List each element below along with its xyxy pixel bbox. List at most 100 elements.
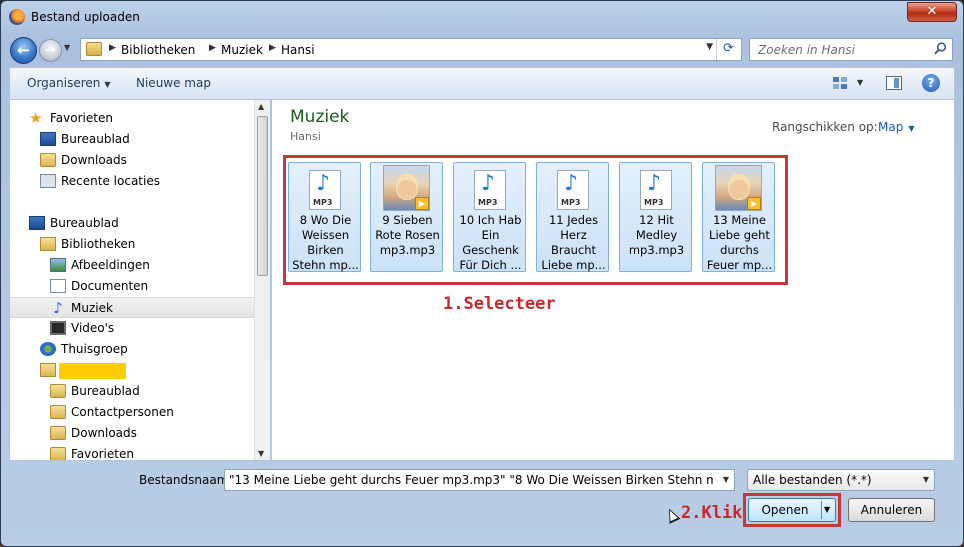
music-note-icon: ♪ bbox=[53, 299, 63, 317]
nav-item-videos[interactable]: Video's bbox=[10, 318, 254, 339]
breadcrumb-bibliotheken[interactable]: Bibliotheken bbox=[121, 43, 195, 57]
nav-item-desktop[interactable]: Bureaublad bbox=[10, 213, 254, 234]
file-name: 9 Sieben Rote Rosen mp3.mp3 bbox=[373, 213, 442, 258]
nav-item-label: Downloads bbox=[61, 153, 127, 167]
breadcrumb-separator-icon[interactable]: ▶ bbox=[269, 43, 276, 53]
select-annotation-text: 1.Selecteer bbox=[443, 294, 556, 314]
downloads-folder-icon bbox=[40, 153, 56, 167]
nav-item-user-favorites[interactable]: Favorieten bbox=[10, 444, 254, 460]
filename-label: Bestandsnaam: bbox=[139, 473, 233, 487]
nav-item-music[interactable]: ♪ Muziek bbox=[10, 297, 254, 318]
organize-button[interactable]: Organiseren ▼ bbox=[27, 76, 111, 90]
address-dropdown-icon[interactable]: ▼ bbox=[706, 42, 713, 52]
file-name-line: 8 Wo Die bbox=[299, 213, 352, 227]
arrange-by-dropdown[interactable]: Map ▼ bbox=[878, 120, 914, 134]
scroll-thumb[interactable] bbox=[257, 116, 268, 276]
nav-item-user-folder[interactable] bbox=[10, 360, 254, 381]
file-name: 12 Hit Medley mp3.mp3 bbox=[622, 213, 691, 258]
chevron-down-icon: ▼ bbox=[104, 80, 111, 89]
file-item[interactable]: ♪ MP3 10 Ich Hab Ein Geschenk Für Dich ..… bbox=[453, 162, 526, 272]
open-button[interactable]: Openen ▼ bbox=[748, 498, 836, 522]
search-input[interactable] bbox=[750, 39, 930, 60]
address-bar[interactable]: ▶ Bibliotheken ▶ Muziek ▶ Hansi ▼ ⟳ bbox=[80, 38, 742, 61]
album-art-icon: ▶ bbox=[715, 165, 762, 211]
play-icon: ▶ bbox=[415, 197, 429, 210]
file-name-line: mp3.mp3 bbox=[628, 243, 685, 257]
folder-icon bbox=[50, 384, 66, 398]
nav-item-pictures[interactable]: Afbeeldingen bbox=[10, 255, 254, 276]
nav-item-recent-locations[interactable]: Recente locaties bbox=[10, 171, 254, 192]
close-button[interactable]: ✕ bbox=[907, 2, 957, 22]
breadcrumb-separator-icon[interactable]: ▶ bbox=[109, 43, 116, 53]
desktop-icon bbox=[40, 132, 56, 146]
nav-scrollbar[interactable]: ▲ ▼ bbox=[254, 100, 270, 460]
nav-item-contacts[interactable]: Contactpersonen bbox=[10, 402, 254, 423]
library-subtitle: Hansi bbox=[290, 130, 321, 143]
search-icon[interactable] bbox=[934, 42, 947, 55]
nav-item-documents[interactable]: Documenten bbox=[10, 276, 254, 297]
nav-item-favorites[interactable]: ★ Favorieten bbox=[10, 108, 254, 129]
file-name-line: Medley bbox=[635, 228, 678, 242]
nav-item-label: Downloads bbox=[71, 426, 137, 440]
file-name-line: Liebe mp... bbox=[541, 258, 606, 272]
file-name-line: Ein bbox=[481, 228, 500, 242]
title-bar: Bestand uploaden ✕ bbox=[1, 1, 963, 35]
help-icon[interactable]: ? bbox=[922, 74, 940, 92]
filename-dropdown-icon[interactable]: ▼ bbox=[723, 475, 729, 484]
scroll-down-icon[interactable]: ▼ bbox=[258, 449, 264, 458]
breadcrumb-separator-icon[interactable]: ▶ bbox=[209, 43, 216, 53]
file-name-line: Geschenk bbox=[462, 243, 519, 257]
nav-item-user-downloads[interactable]: Downloads bbox=[10, 423, 254, 444]
file-name-line: durchs bbox=[720, 243, 759, 257]
nav-item-label: Recente locaties bbox=[61, 174, 160, 188]
nav-item-fav-downloads[interactable]: Downloads bbox=[10, 150, 254, 171]
view-options-chevron-icon[interactable]: ▼ bbox=[857, 78, 863, 87]
file-name-line: 11 Jedes bbox=[548, 213, 599, 227]
star-icon: ★ bbox=[29, 109, 43, 127]
file-name-line: Braucht bbox=[550, 243, 597, 257]
file-name-line: 12 Hit bbox=[639, 213, 674, 227]
change-view-icon[interactable] bbox=[832, 76, 848, 90]
scroll-up-icon[interactable]: ▲ bbox=[258, 102, 264, 111]
file-item[interactable]: ▶ 9 Sieben Rote Rosen mp3.mp3 bbox=[370, 162, 443, 272]
refresh-icon[interactable]: ⟳ bbox=[716, 39, 740, 60]
nav-item-homegroup[interactable]: Thuisgroep bbox=[10, 339, 254, 360]
mouse-cursor-icon bbox=[663, 506, 681, 524]
nav-item-user-desktop[interactable]: Bureaublad bbox=[10, 381, 254, 402]
play-icon: ▶ bbox=[747, 197, 761, 210]
open-button-label: Openen bbox=[761, 503, 809, 517]
music-note-icon: ♪ bbox=[316, 171, 331, 196]
mp3-file-icon: ♪ MP3 bbox=[309, 170, 341, 210]
nav-item-label: Bureaublad bbox=[71, 384, 140, 398]
redacted-username bbox=[59, 363, 126, 379]
nav-item-fav-desktop[interactable]: Bureaublad bbox=[10, 129, 254, 150]
filename-input[interactable] bbox=[225, 470, 713, 490]
file-name-line: Stehn mp... bbox=[292, 258, 359, 272]
preview-pane-icon[interactable] bbox=[886, 76, 902, 90]
documents-icon bbox=[50, 279, 66, 293]
split-divider bbox=[821, 501, 822, 519]
nav-item-label: Thuisgroep bbox=[61, 342, 128, 356]
recent-pages-chevron-icon[interactable]: ▼ bbox=[64, 43, 70, 52]
file-type-select[interactable]: Alle bestanden (*.*) ▼ bbox=[747, 469, 935, 491]
open-options-chevron-icon[interactable]: ▼ bbox=[824, 505, 830, 514]
new-folder-button[interactable]: Nieuwe map bbox=[136, 76, 211, 90]
breadcrumb-muziek[interactable]: Muziek bbox=[221, 43, 263, 57]
command-toolbar: Organiseren ▼ Nieuwe map ▼ ? bbox=[9, 67, 955, 99]
search-box bbox=[749, 38, 953, 61]
back-button[interactable]: ← bbox=[10, 37, 37, 64]
file-name: 11 Jedes Herz Braucht Liebe mp... bbox=[539, 213, 608, 273]
forward-button[interactable]: → bbox=[39, 39, 62, 62]
libraries-icon bbox=[40, 237, 56, 251]
breadcrumb-hansi[interactable]: Hansi bbox=[281, 43, 315, 57]
nav-item-label: Favorieten bbox=[50, 111, 113, 125]
mp3-file-icon: ♪ MP3 bbox=[557, 170, 589, 210]
file-item[interactable]: ♪ MP3 11 Jedes Herz Braucht Liebe mp... bbox=[536, 162, 609, 272]
file-item[interactable]: ▶ 13 Meine Liebe geht durchs Feuer mp... bbox=[702, 162, 775, 272]
file-item[interactable]: ♪ MP3 8 Wo Die Weissen Birken Stehn mp... bbox=[288, 162, 361, 272]
file-item[interactable]: ♪ MP3 12 Hit Medley mp3.mp3 bbox=[619, 162, 692, 272]
nav-item-libraries[interactable]: Bibliotheken bbox=[10, 234, 254, 255]
navigation-row: ← → ▼ ▶ Bibliotheken ▶ Muziek ▶ Hansi ▼ … bbox=[1, 35, 963, 65]
cancel-button[interactable]: Annuleren bbox=[848, 498, 935, 522]
file-type-tag: MP3 bbox=[561, 198, 581, 207]
